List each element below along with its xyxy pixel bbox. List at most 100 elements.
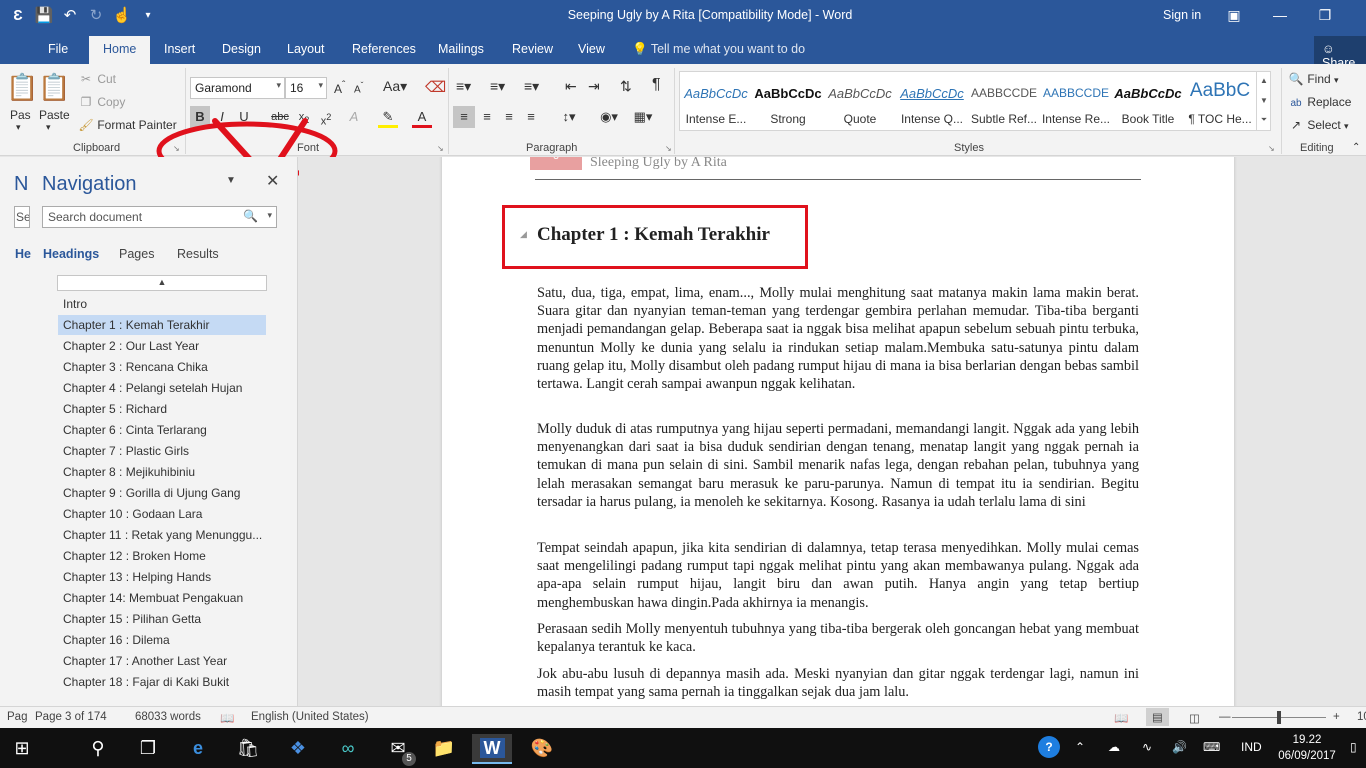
search-input-partial[interactable]: Se — [14, 206, 30, 228]
format-painter-button[interactable]: 🖌 Format Painter — [78, 118, 176, 132]
shrink-font-icon[interactable]: Aˇ — [354, 80, 363, 95]
text-effects-icon[interactable]: A — [344, 106, 364, 128]
wifi-icon[interactable]: ∿ — [1142, 740, 1152, 754]
tab-insert[interactable]: Insert — [164, 42, 195, 56]
style-strong[interactable]: AaBbCcDc Strong — [752, 72, 824, 130]
strikethrough-button[interactable]: abc — [270, 106, 290, 128]
zoom-slider-thumb[interactable] — [1277, 711, 1281, 724]
heading-item[interactable]: Chapter 17 : Another Last Year — [58, 651, 266, 671]
sort-icon[interactable]: ⇅ — [620, 78, 632, 95]
collapse-heading-icon[interactable]: ◢ — [520, 229, 527, 240]
collapse-ribbon-icon[interactable]: ⌃ — [1352, 142, 1360, 153]
heading-item[interactable]: Chapter 4 : Pelangi setelah Hujan — [58, 378, 266, 398]
input-language[interactable]: IND — [1241, 740, 1262, 754]
styles-scroll[interactable]: ▲ ▼ ⏷ — [1256, 71, 1271, 131]
page-indicator[interactable]: Page 3 of 174 — [35, 711, 107, 723]
tab-headings[interactable]: Headings — [43, 247, 99, 261]
superscript-button[interactable]: x2 — [316, 106, 336, 128]
page-indicator-partial[interactable]: Pag — [7, 711, 27, 723]
paste-button[interactable]: Paste — [39, 108, 70, 122]
paint-app-icon[interactable]: 🎨 — [522, 734, 562, 764]
share-button[interactable]: ☺ Share — [1314, 36, 1366, 70]
tab-design[interactable]: Design — [222, 42, 261, 56]
find-button[interactable]: 🔍 Find ▾ — [1288, 72, 1339, 86]
show-formatting-icon[interactable]: ¶ — [652, 76, 661, 94]
heading-item[interactable]: Chapter 14: Membuat Pengakuan — [58, 588, 266, 608]
align-right-button[interactable]: ≡ — [498, 106, 520, 128]
italic-button[interactable]: I — [212, 106, 232, 128]
body-paragraph[interactable]: Satu, dua, tiga, empat, lima, enam..., M… — [537, 284, 1139, 393]
style-toc-heading[interactable]: AaBbC ¶ TOC He... — [1184, 72, 1256, 130]
heading-item[interactable]: Chapter 8 : Mejikuhibiniu — [58, 462, 266, 482]
align-center-button[interactable]: ≡ — [476, 106, 498, 128]
chevron-up-icon[interactable]: ⌃ — [1075, 740, 1085, 754]
close-icon[interactable]: ✕ — [266, 171, 279, 191]
proofing-icon[interactable]: 📖 — [220, 711, 234, 725]
subscript-button[interactable]: x2 — [294, 106, 314, 128]
heading-item[interactable]: Chapter 6 : Cinta Terlarang — [58, 420, 266, 440]
windows-start-icon[interactable]: ⊞ — [2, 734, 42, 764]
read-mode-icon[interactable]: 📖 — [1114, 711, 1128, 725]
search-input[interactable]: Search document 🔍 ▾ — [42, 206, 277, 228]
tab-pages[interactable]: Pages — [119, 247, 154, 261]
search-icon[interactable]: 🔍 — [243, 209, 258, 223]
volume-icon[interactable]: 🔊 — [1172, 740, 1187, 754]
align-left-button[interactable]: ≡ — [453, 106, 475, 128]
chevron-down-icon[interactable]: ▼ — [1257, 91, 1271, 111]
font-size-combo[interactable]: 16 ▾ — [285, 77, 327, 99]
heading-item[interactable]: Chapter 13 : Helping Hands — [58, 567, 266, 587]
edge-browser-icon[interactable]: e — [178, 734, 218, 764]
mail-icon[interactable]: ✉ 5 — [378, 734, 418, 766]
tab-references[interactable]: References — [352, 42, 416, 56]
file-explorer-icon[interactable]: 📁 — [424, 734, 464, 764]
font-name-combo[interactable]: Garamond ▾ — [190, 77, 285, 99]
zoom-level-partial[interactable]: 10 — [1357, 711, 1366, 723]
heading-item[interactable]: Intro — [58, 294, 266, 314]
tab-headings-partial[interactable]: He — [15, 247, 31, 261]
task-view-icon[interactable]: ❐ — [128, 734, 168, 764]
zoom-in-icon[interactable]: + — [1333, 711, 1340, 723]
restore-button[interactable]: ❐ — [1305, 4, 1345, 26]
infinity-app-icon[interactable]: ∞ — [328, 734, 368, 764]
collapse-headings-bar[interactable]: ▲ — [57, 275, 267, 291]
help-icon[interactable]: ? — [1038, 736, 1060, 758]
font-color-icon[interactable]: A — [412, 106, 432, 128]
cut-button[interactable]: ✂ Cut — [78, 72, 116, 86]
document-page[interactable]: 3 Sleeping Ugly by A Rita ◢ Chapter 1 : … — [442, 157, 1234, 706]
grow-font-icon[interactable]: Aˆ — [334, 80, 345, 96]
dialog-launcher-icon[interactable]: ↘ — [665, 144, 672, 153]
paste-button-partial[interactable]: Pas — [10, 108, 31, 122]
style-intense-quote[interactable]: AaBbCcDc Intense Q... — [896, 72, 968, 130]
chevron-down-icon[interactable]: ▾ — [46, 122, 51, 133]
word-count[interactable]: 68033 words — [135, 711, 201, 723]
paste-icon[interactable]: 📋 — [38, 72, 70, 103]
body-paragraph[interactable]: Tempat seindah apapun, jika kita sendiri… — [537, 539, 1139, 612]
decrease-indent-icon[interactable]: ⇤ — [565, 78, 577, 95]
heading-item[interactable]: Chapter 5 : Richard — [58, 399, 266, 419]
change-case-icon[interactable]: Aa▾ — [383, 78, 407, 95]
keyboard-icon[interactable]: ⌨ — [1203, 740, 1220, 754]
tab-home[interactable]: Home — [89, 36, 151, 64]
chevron-down-icon[interactable]: ▾ — [267, 210, 272, 221]
numbering-icon[interactable]: ≡▾ — [490, 78, 505, 95]
search-icon[interactable]: ⚲ — [78, 734, 118, 764]
heading-item[interactable]: Chapter 16 : Dilema — [58, 630, 266, 650]
increase-indent-icon[interactable]: ⇥ — [588, 78, 600, 95]
tab-layout[interactable]: Layout — [287, 42, 325, 56]
heading-item[interactable]: Chapter 2 : Our Last Year — [58, 336, 266, 356]
zoom-out-icon[interactable]: — — [1219, 711, 1231, 723]
dialog-launcher-icon[interactable]: ↘ — [437, 144, 444, 153]
heading-item[interactable]: Chapter 1 : Kemah Terakhir — [58, 315, 266, 335]
chapter-heading[interactable]: Chapter 1 : Kemah Terakhir — [537, 224, 770, 246]
justify-button[interactable]: ≡ — [520, 106, 542, 128]
heading-item[interactable]: Chapter 10 : Godaan Lara — [58, 504, 266, 524]
bullets-icon[interactable]: ≡▾ — [456, 78, 471, 95]
chevron-down-icon[interactable]: ▼ — [226, 175, 236, 186]
language-indicator[interactable]: English (United States) — [251, 711, 369, 723]
ribbon-display-icon[interactable]: ▣ — [1214, 4, 1254, 26]
chevron-up-icon[interactable]: ▲ — [1257, 71, 1271, 91]
more-styles-icon[interactable]: ⏷ — [1257, 111, 1271, 129]
paste-icon-partial[interactable]: 📋 — [6, 72, 38, 103]
web-layout-icon[interactable]: ◫ — [1189, 711, 1200, 725]
tab-view[interactable]: View — [578, 42, 605, 56]
